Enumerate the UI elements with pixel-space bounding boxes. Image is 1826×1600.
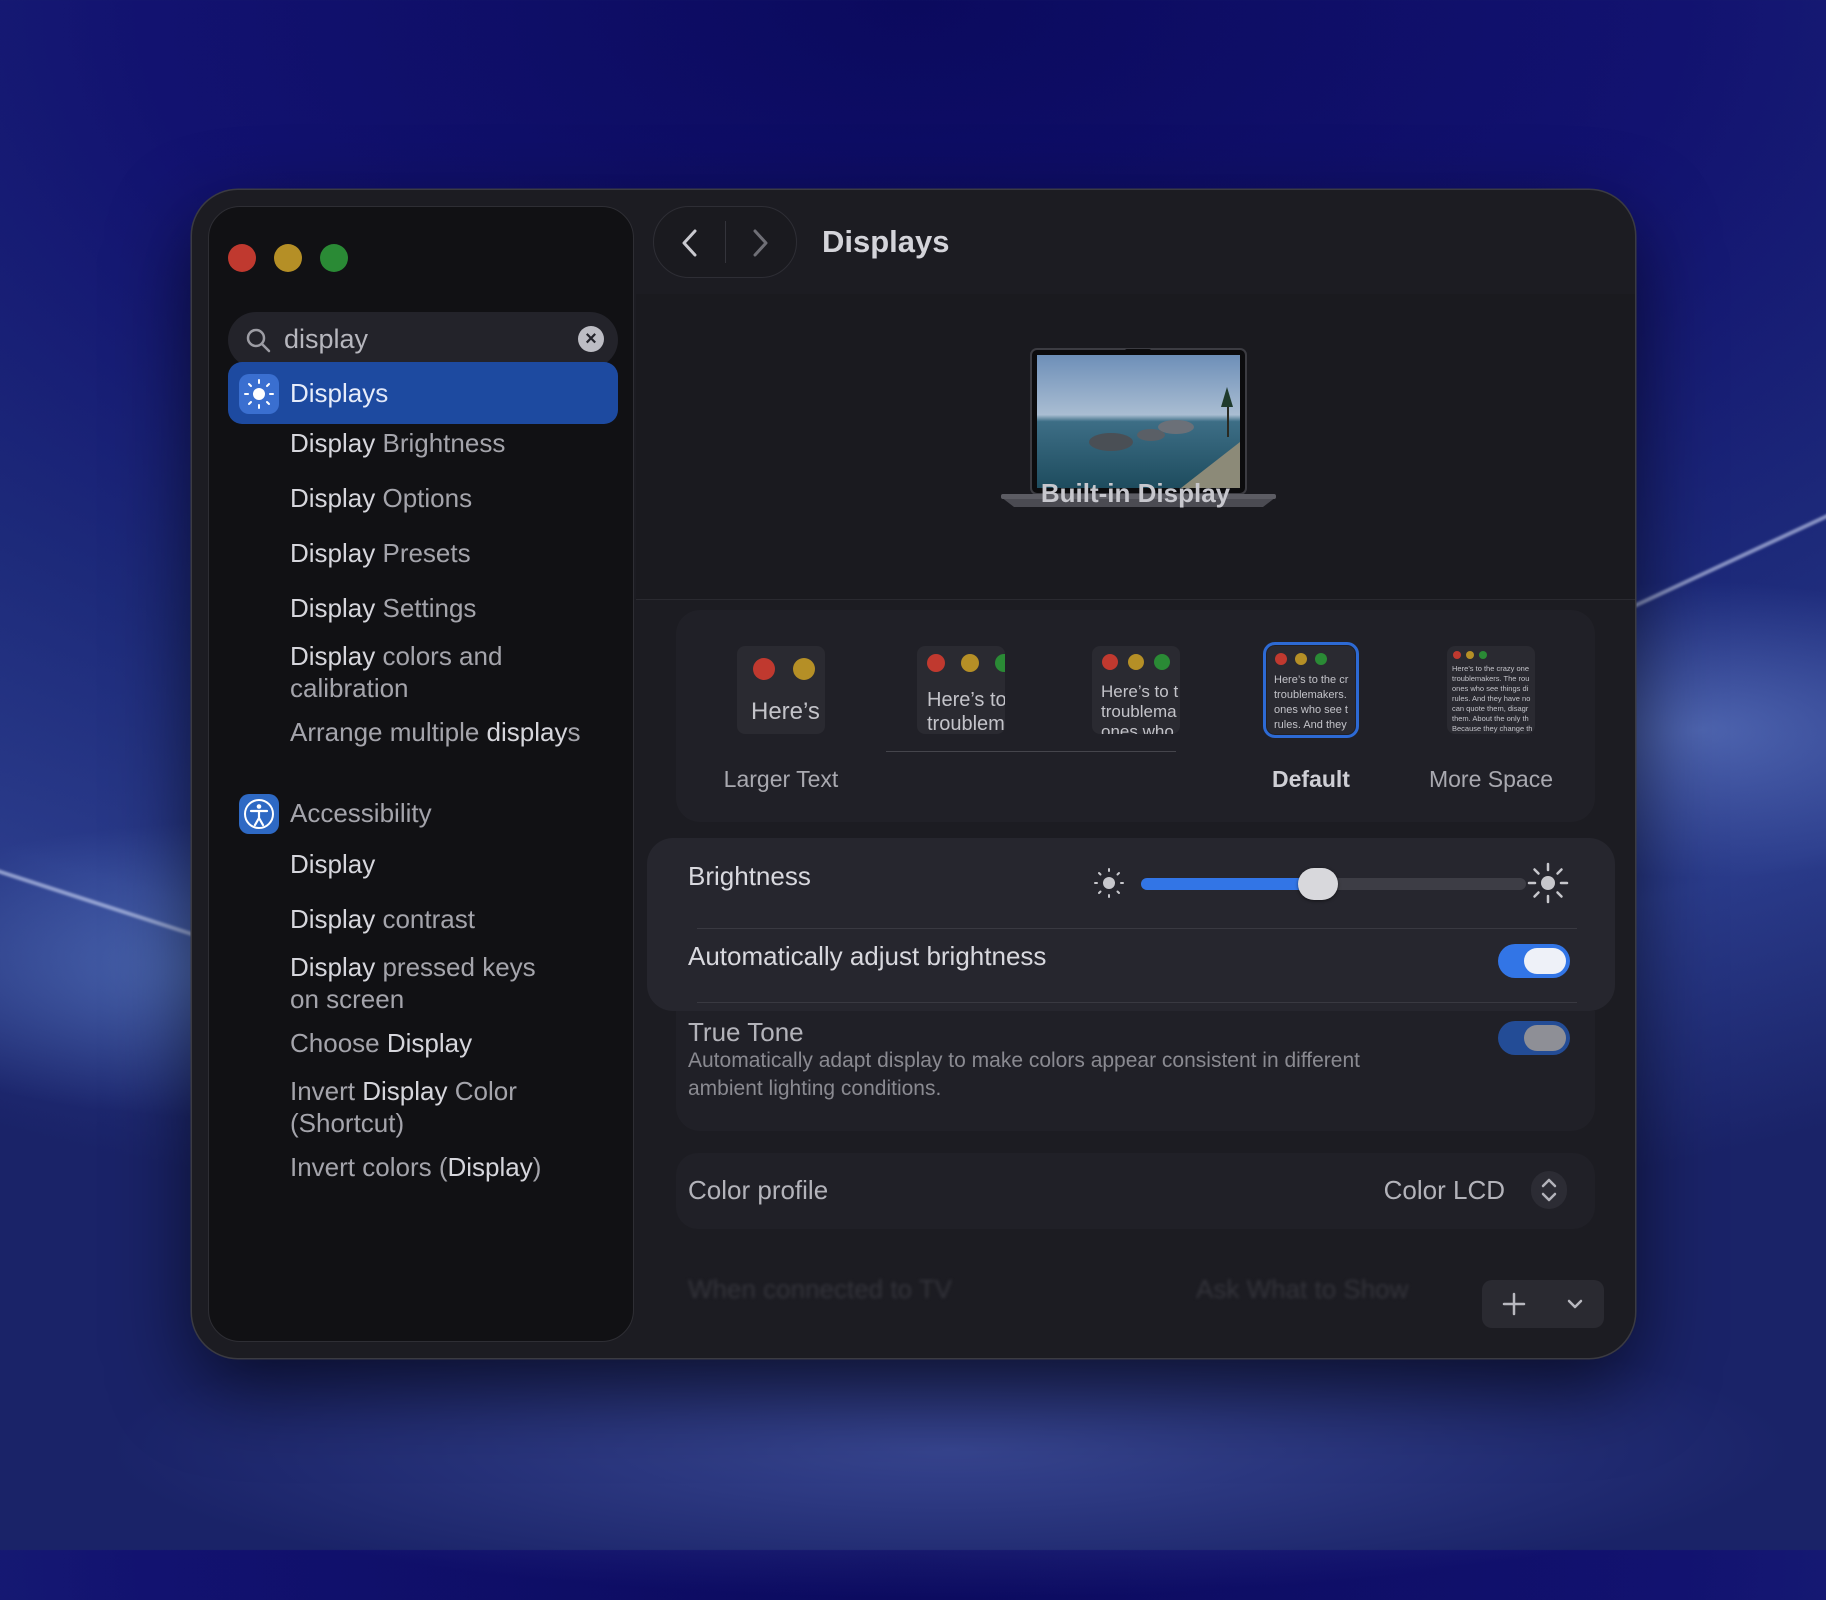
accessibility-icon <box>239 794 279 834</box>
brightness-low-icon <box>1094 868 1124 898</box>
true-tone-toggle[interactable] <box>1498 1021 1570 1055</box>
sidebar-item-displays[interactable]: Displays <box>228 362 618 424</box>
display-name: Built-in Display <box>1040 478 1231 508</box>
brightness-label: Brightness <box>688 861 811 891</box>
search-field[interactable]: display × <box>228 312 618 368</box>
color-profile-stepper[interactable] <box>1531 1171 1567 1209</box>
color-profile-value[interactable]: Color LCD <box>1384 1175 1505 1206</box>
plus-icon <box>1502 1292 1583 1316</box>
resolution-larger-text[interactable]: Here’s Larger Text <box>716 646 846 792</box>
resolution-track <box>886 751 1176 752</box>
resolution-picker: Here’s Larger Text Here’s to troublem He… <box>676 610 1595 822</box>
auto-brightness-toggle[interactable] <box>1498 944 1570 978</box>
resolution-label: More Space <box>1428 766 1553 792</box>
add-display-button[interactable] <box>1482 1280 1604 1328</box>
tv-value: Ask What to Show <box>1196 1274 1409 1304</box>
page-title: Displays <box>822 224 950 259</box>
auto-brightness-label: Automatically adjust brightness <box>688 941 1047 971</box>
sidebar-item-accessibility[interactable]: Accessibility <box>228 782 618 844</box>
resolution-default[interactable]: Here’s to the cr troublemakers. ones who… <box>1246 642 1376 792</box>
resolution-thumbnail: Here’s to the cr troublemakers. ones who… <box>1263 642 1359 738</box>
brightness-slider-fill <box>1141 878 1318 890</box>
updown-chevron-icon <box>1541 1178 1557 1202</box>
zoom-button[interactable] <box>320 244 348 272</box>
sun-icon <box>239 374 279 414</box>
forward-chevron-icon[interactable] <box>746 223 774 263</box>
tv-label: When connected to TV <box>688 1274 953 1304</box>
resolution-option-3[interactable]: Here’s to t troublema ones who <box>1071 646 1201 734</box>
true-tone-label: True Tone <box>688 1017 804 1047</box>
resolution-label: Larger Text <box>723 766 839 792</box>
navigation-buttons <box>653 206 797 278</box>
resolution-more-space[interactable]: Here’s to the crazy one troublemakers. T… <box>1426 646 1556 792</box>
close-button[interactable] <box>228 244 256 272</box>
search-icon <box>246 328 271 353</box>
brightness-group: Brightness Automatically adjust brightne… <box>647 838 1615 1011</box>
search-input[interactable]: display <box>284 324 368 355</box>
settings-window: display × Displays Display Brightness Di… <box>192 190 1635 1358</box>
resolution-thumbnail: Here’s <box>737 646 825 734</box>
resolution-label: Default <box>1272 766 1350 792</box>
color-profile-label: Color profile <box>688 1175 829 1205</box>
tv-row: When connected to TV Ask What to Show <box>676 1260 1595 1320</box>
brightness-high-icon <box>1527 862 1569 904</box>
resolution-option-2[interactable]: Here’s to troublem <box>896 646 1026 734</box>
resolution-thumbnail: Here’s to t troublema ones who <box>1092 646 1180 734</box>
brightness-slider-knob[interactable] <box>1298 868 1338 900</box>
resolution-thumbnail: Here’s to troublem <box>917 646 1005 734</box>
sidebar: display × Displays Display Brightness Di… <box>208 206 634 1342</box>
clear-search-icon[interactable]: × <box>578 326 604 352</box>
resolution-thumbnail: Here’s to the crazy one troublemakers. T… <box>1447 646 1535 734</box>
minimize-button[interactable] <box>274 244 302 272</box>
true-tone-description: Automatically adapt display to make colo… <box>688 1049 1360 1100</box>
true-tone-row: True Tone Automatically adapt display to… <box>676 1011 1595 1131</box>
back-chevron-icon[interactable] <box>676 223 704 263</box>
color-profile-row: Color profile Color LCD <box>676 1153 1595 1229</box>
display-hero: Built-in Display <box>636 294 1635 600</box>
brightness-slider[interactable] <box>1141 868 1526 900</box>
